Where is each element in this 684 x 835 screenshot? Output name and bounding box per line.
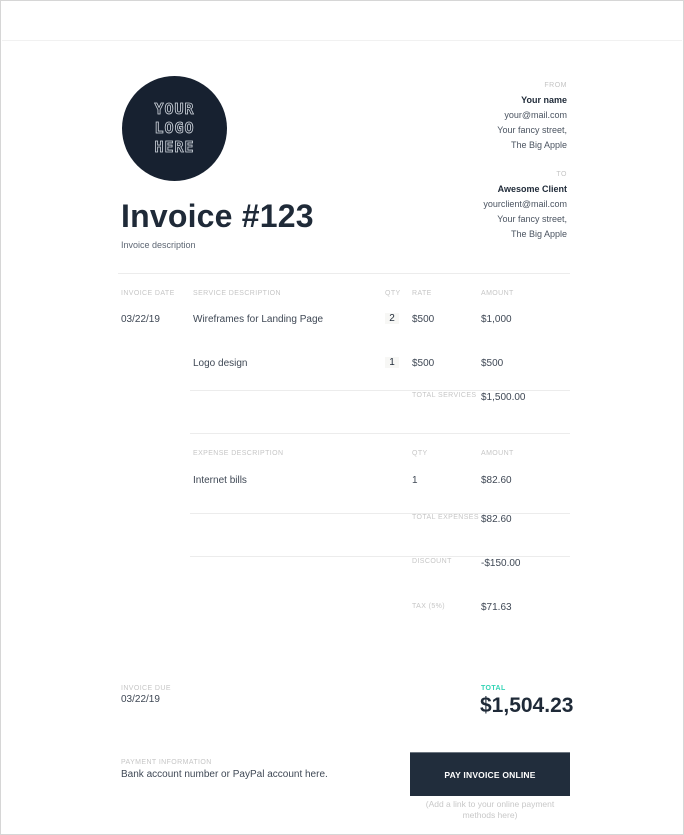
- invoice-title: Invoice #123: [121, 198, 314, 234]
- from-email: your@mail.com: [504, 110, 567, 120]
- header-expense-description: EXPENSE DESCRIPTION: [193, 450, 284, 457]
- to-name: Awesome Client: [497, 184, 567, 194]
- invoice-date: 03/22/19: [121, 314, 160, 325]
- payment-note: (Add a link to your online payment metho…: [425, 799, 555, 820]
- pay-invoice-online-button[interactable]: PAY INVOICE ONLINE: [410, 752, 570, 796]
- payment-info-label: PAYMENT INFORMATION: [121, 759, 212, 766]
- from-street: Your fancy street,: [497, 125, 567, 135]
- service-qty: 1: [385, 357, 399, 368]
- from-block: FROM Your name your@mail.com Your fancy …: [497, 80, 567, 153]
- service-rate: $500: [412, 358, 435, 369]
- header-rate: RATE: [412, 290, 432, 297]
- payment-info-text: Bank account number or PayPal account he…: [121, 769, 328, 780]
- invoice-due-value: 03/22/19: [121, 694, 160, 705]
- invoice-page: [0, 0, 684, 835]
- tax-label: TAX (5%): [412, 603, 446, 610]
- to-city: The Big Apple: [510, 229, 567, 239]
- service-qty: 2: [385, 313, 399, 324]
- discount-label: DISCOUNT: [412, 558, 452, 565]
- service-rate: $500: [412, 314, 435, 325]
- discount-value: -$150.00: [481, 558, 521, 569]
- from-city: The Big Apple: [510, 140, 567, 150]
- divider: [190, 513, 570, 514]
- total-expenses-value: $82.60: [481, 514, 512, 525]
- service-amount: $500: [481, 358, 504, 369]
- divider: [118, 273, 570, 274]
- header-qty: QTY: [385, 290, 401, 297]
- expense-description: Internet bills: [193, 475, 247, 486]
- service-description: Logo design: [193, 358, 248, 369]
- logo-text: YOUR LOGO HERE: [154, 100, 195, 157]
- service-description: Wireframes for Landing Page: [193, 314, 324, 325]
- expense-qty: 1: [412, 475, 418, 486]
- divider: [2, 40, 682, 41]
- from-name: Your name: [521, 95, 567, 105]
- to-label: TO: [556, 171, 567, 178]
- invoice-due-label: INVOICE DUE: [121, 685, 171, 692]
- service-amount: $1,000: [481, 314, 512, 325]
- to-block: TO Awesome Client yourclient@mail.com Yo…: [483, 169, 567, 242]
- tax-value: $71.63: [481, 602, 512, 613]
- total-services-value: $1,500.00: [481, 392, 526, 403]
- expense-amount: $82.60: [481, 475, 512, 486]
- total-expenses-label: TOTAL EXPENSES: [412, 514, 479, 521]
- from-label: FROM: [544, 82, 567, 89]
- total-label: TOTAL: [481, 685, 506, 692]
- header-expense-amount: AMOUNT: [481, 450, 514, 457]
- header-amount: AMOUNT: [481, 290, 514, 297]
- header-invoice-date: INVOICE DATE: [121, 290, 175, 297]
- to-email: yourclient@mail.com: [483, 199, 567, 209]
- header-service-description: SERVICE DESCRIPTION: [193, 290, 281, 297]
- to-street: Your fancy street,: [497, 214, 567, 224]
- divider: [190, 433, 570, 434]
- total-value: $1,504.23: [480, 694, 574, 717]
- invoice-description: Invoice description: [121, 240, 196, 250]
- logo-placeholder: YOUR LOGO HERE: [122, 76, 227, 181]
- divider: [190, 556, 570, 557]
- header-expense-qty: QTY: [412, 450, 428, 457]
- total-services-label: TOTAL SERVICES: [412, 392, 477, 399]
- divider: [190, 390, 570, 391]
